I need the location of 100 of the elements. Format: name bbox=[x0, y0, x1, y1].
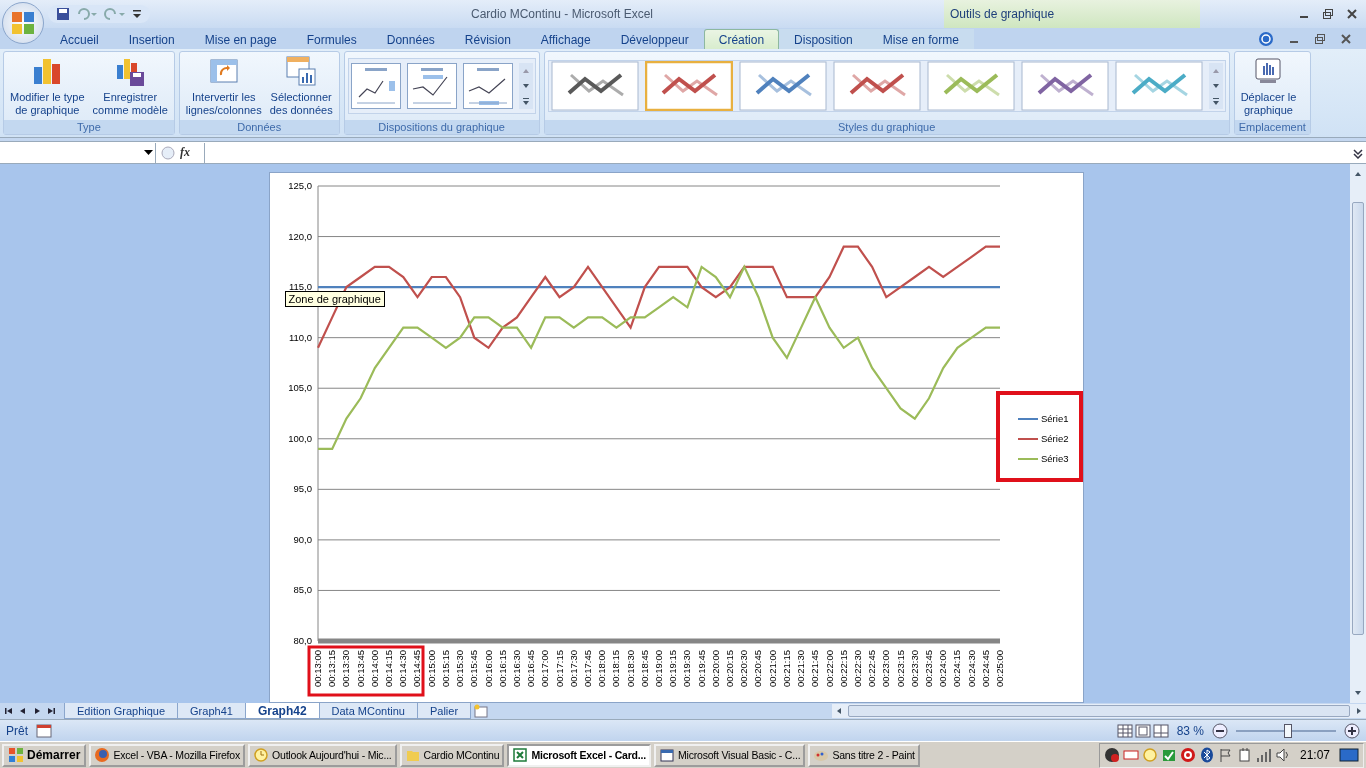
app-tray-icon[interactable] bbox=[1160, 747, 1177, 764]
chart-style-thumbnail[interactable] bbox=[832, 61, 921, 112]
sheet-tab[interactable]: Graph41 bbox=[177, 703, 246, 720]
zoom-in-icon[interactable] bbox=[1344, 722, 1360, 739]
app-tray-icon[interactable] bbox=[1179, 747, 1196, 764]
ribbon-tab[interactable]: Disposition bbox=[779, 29, 868, 50]
restore-icon[interactable] bbox=[1314, 32, 1326, 45]
chart-style-thumbnail[interactable] bbox=[644, 61, 733, 112]
normal-view-icon[interactable] bbox=[1116, 723, 1133, 738]
x-tick-label: 00:22:15 bbox=[837, 650, 849, 688]
x-tick-label: 00:23:15 bbox=[894, 650, 906, 688]
ribbon-button[interactable]: Intervertir les lignes/colonnes bbox=[182, 55, 265, 118]
ribbon-tab[interactable]: Développeur bbox=[605, 29, 704, 50]
restore-icon[interactable] bbox=[1322, 8, 1334, 20]
power-plug-icon[interactable] bbox=[1236, 747, 1253, 764]
y-tick-label: 105,0 bbox=[287, 382, 312, 394]
ribbon-tab[interactable]: Affichage bbox=[525, 29, 606, 50]
sheet-tab[interactable]: Data MContinu bbox=[318, 703, 418, 720]
chart-style-thumbnail[interactable] bbox=[550, 61, 639, 112]
start-button[interactable]: Démarrer bbox=[2, 743, 87, 767]
sheet-tab[interactable]: Palier bbox=[416, 703, 472, 720]
chart-style-thumbnail[interactable] bbox=[738, 61, 827, 112]
save-icon[interactable] bbox=[56, 7, 70, 21]
scrollbar-thumb[interactable] bbox=[848, 705, 1350, 718]
x-tick-label: 00:24:15 bbox=[950, 650, 962, 688]
task-label: Excel - VBA - Mozilla Firefox bbox=[113, 749, 241, 762]
x-tick-label: 00:23:30 bbox=[908, 650, 920, 688]
divider-handle-icon[interactable] bbox=[160, 144, 176, 161]
sheet-tab[interactable]: Edition Graphique bbox=[64, 703, 179, 720]
ribbon-tab[interactable]: Mise en forme bbox=[867, 29, 974, 50]
help-icon[interactable] bbox=[1258, 30, 1274, 47]
chart-area[interactable] bbox=[268, 172, 1084, 704]
legend-label: Série1 bbox=[1040, 413, 1068, 425]
status-text: Prêt bbox=[6, 723, 28, 738]
close-icon[interactable] bbox=[1340, 32, 1352, 45]
expand-icon[interactable] bbox=[1352, 146, 1364, 159]
chart-style-thumbnail[interactable] bbox=[1114, 61, 1203, 112]
dropdown-icon[interactable] bbox=[144, 149, 153, 156]
task-label: Outlook Aujourd'hui - Mic... bbox=[272, 749, 392, 762]
first-sheet-icon[interactable] bbox=[4, 706, 14, 717]
customize-icon[interactable] bbox=[132, 8, 142, 20]
taskbar-button[interactable]: Microsoft Visual Basic - C... bbox=[654, 743, 806, 767]
taskbar-button[interactable]: Excel - VBA - Mozilla Firefox bbox=[89, 743, 246, 767]
y-tick-label: 85,0 bbox=[293, 584, 312, 596]
ribbon-button[interactable]: Déplacer le graphique bbox=[1237, 55, 1300, 118]
x-tick-label: 00:18:45 bbox=[638, 650, 650, 688]
macro-record-icon[interactable] bbox=[36, 723, 52, 738]
chart-style-thumbnail[interactable] bbox=[1020, 61, 1109, 112]
x-tick-label: 00:13:00 bbox=[311, 650, 323, 688]
table-chart-icon bbox=[285, 55, 318, 88]
close-icon[interactable] bbox=[1346, 8, 1358, 20]
flag-icon[interactable] bbox=[1217, 747, 1234, 764]
zoom-out-icon[interactable] bbox=[1212, 722, 1228, 739]
app-tray-icon[interactable] bbox=[1103, 747, 1120, 764]
x-tick-label: 00:14:15 bbox=[382, 650, 394, 688]
x-tick-label: 00:15:45 bbox=[467, 650, 479, 688]
taskbar-button[interactable]: Cardio MContinu bbox=[399, 743, 505, 767]
chart-layout-icon[interactable] bbox=[462, 63, 513, 110]
ribbon-button[interactable]: Sélectionner des données bbox=[266, 55, 336, 118]
ribbon-tab[interactable]: Mise en page bbox=[189, 29, 292, 50]
desktop-icon[interactable] bbox=[1339, 747, 1359, 764]
chart-style-thumbnail[interactable] bbox=[926, 61, 1015, 112]
sheet-tab[interactable]: Graph42 bbox=[244, 703, 320, 720]
x-tick-label: 00:15:00 bbox=[425, 650, 437, 688]
page-layout-icon[interactable] bbox=[1134, 723, 1151, 738]
window-title: Cardio MContinu - Microsoft Excel bbox=[469, 7, 655, 21]
office-button[interactable] bbox=[2, 2, 44, 44]
chart-layout-icon[interactable] bbox=[350, 63, 401, 110]
ribbon-tab[interactable]: Accueil bbox=[45, 29, 114, 50]
task-label: Sans titre 2 - Paint bbox=[832, 749, 915, 762]
ribbon-button[interactable]: Enregistrer comme modèle bbox=[89, 55, 171, 118]
ribbon-tab[interactable]: Création bbox=[703, 29, 780, 50]
globe-icon bbox=[94, 747, 111, 764]
page-break-icon[interactable] bbox=[1152, 723, 1169, 738]
ribbon-tab[interactable]: Révision bbox=[449, 29, 526, 50]
scrollbar-thumb[interactable] bbox=[1352, 202, 1364, 636]
ribbon-tab[interactable]: Données bbox=[371, 29, 450, 50]
ribbon-tab[interactable]: Insertion bbox=[113, 29, 190, 50]
taskbar-button[interactable]: Sans titre 2 - Paint bbox=[808, 743, 920, 767]
volume-icon[interactable] bbox=[1274, 747, 1291, 764]
x-tick-label: 00:18:15 bbox=[609, 650, 621, 688]
bluetooth-icon[interactable] bbox=[1198, 747, 1215, 764]
function-button[interactable]: fx bbox=[180, 145, 200, 161]
ribbon-button[interactable]: Modifier le type de graphique bbox=[7, 55, 88, 118]
last-sheet-icon[interactable] bbox=[46, 706, 56, 717]
x-tick-label: 00:25:00 bbox=[993, 650, 1005, 688]
x-tick-label: 00:20:00 bbox=[709, 650, 721, 688]
x-tick-label: 00:21:30 bbox=[794, 650, 806, 688]
ribbon-tab[interactable]: Formules bbox=[291, 29, 372, 50]
previous-sheet-icon[interactable] bbox=[18, 706, 28, 717]
taskbar-button[interactable]: Microsoft Excel - Card... bbox=[507, 743, 651, 767]
zoom-level[interactable]: 83 % bbox=[1176, 723, 1204, 738]
task-label: Cardio MContinu bbox=[423, 749, 500, 762]
next-sheet-icon[interactable] bbox=[32, 706, 42, 717]
y-tick-label: 95,0 bbox=[293, 483, 312, 495]
x-tick-label: 00:17:45 bbox=[581, 650, 593, 688]
chart-layout-icon[interactable] bbox=[406, 63, 457, 110]
signal-icon[interactable] bbox=[1255, 747, 1272, 764]
taskbar-button[interactable]: Outlook Aujourd'hui - Mic... bbox=[248, 743, 397, 767]
zoom-slider[interactable] bbox=[1284, 723, 1292, 738]
